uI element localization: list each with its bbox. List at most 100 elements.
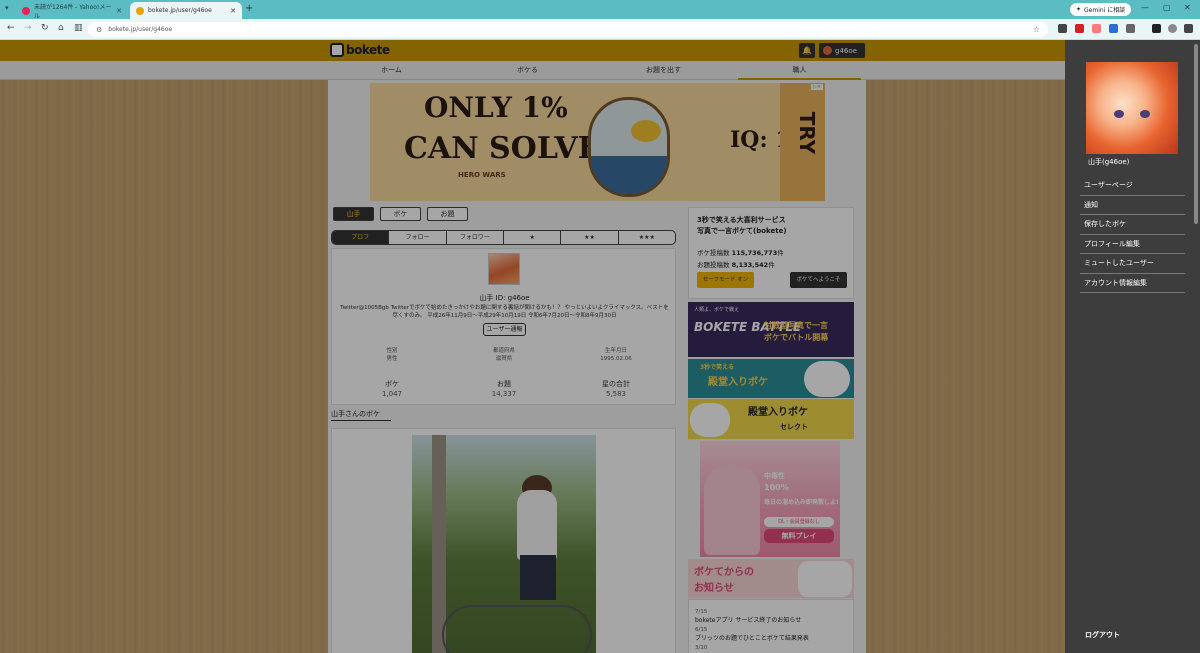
unit: 件 [777, 249, 784, 257]
water-chamber [591, 156, 667, 194]
anime-pill1: DL・会員登録なし [764, 517, 834, 527]
reload-icon[interactable]: ↻ [41, 23, 49, 33]
logout-link[interactable]: ログアウト [1085, 630, 1120, 640]
new-tab-button[interactable]: + [245, 3, 253, 14]
subtab-boke[interactable]: ボケ [380, 207, 421, 221]
maximize-icon[interactable]: ▢ [1163, 3, 1171, 12]
main-content: ONLY 1% CAN SOLVE! HERO WARS IQ: 155 TRY… [328, 80, 866, 653]
subtab-odai[interactable]: お題 [427, 207, 468, 221]
tab-star3[interactable]: ★★★ [619, 231, 675, 244]
close-window-icon[interactable]: ✕ [1184, 3, 1191, 12]
dendo1-b: 殿堂入りボケ [708, 377, 768, 388]
close-tab-icon[interactable]: ✕ [230, 7, 236, 15]
boke-photo[interactable] [412, 435, 596, 653]
welcome-button[interactable]: ボケてへようこそ [790, 272, 847, 288]
scrollbar-thumb[interactable] [1194, 44, 1198, 224]
tab-bokete[interactable]: bokete.jp/user/g46oe ✕ [130, 2, 242, 19]
info-value: 1995.02.06 [600, 356, 632, 362]
profile-icon[interactable] [1168, 24, 1177, 33]
bokete-battle-banner[interactable]: 人類よ、ボケで戦え BOKETE BATTLE 対戦型写真で一言 ボケでバトル開… [688, 302, 854, 357]
site-info-icon[interactable]: ⚙ [96, 26, 102, 34]
odai-count: 8,133,542 [731, 261, 769, 269]
tab-star1[interactable]: ★ [504, 231, 562, 244]
stat-value: 5,583 [605, 390, 627, 398]
hall-of-fame-select-banner[interactable]: 殿堂入りボケ セレクト [688, 399, 854, 439]
hall-of-fame-banner[interactable]: 3秒で笑える 殿堂入りボケ [688, 359, 854, 398]
panel-username: 山手(g46oe) [1088, 158, 1130, 166]
odai-count-label: お題投稿数 [697, 261, 730, 269]
tab-star2[interactable]: ★★ [561, 231, 619, 244]
avatar-eye [1114, 110, 1124, 118]
service-info-box: 3秒で笑える大喜利サービス 写真で一言ボケて(bokete) ボケ投稿数 115… [688, 207, 854, 299]
news-item[interactable]: ブリッツのお題でひとことボケて結果発表 [695, 633, 847, 642]
ad-brand: HERO WARS [458, 171, 506, 179]
oshirase-b: お知らせ [694, 583, 734, 594]
bell-icon[interactable]: 🔔 [799, 43, 815, 58]
game-ad-banner[interactable]: 中毒性 100% 毎日の溜め込み即発散しよ! DL・会員登録なし 無料プレイ [700, 441, 840, 557]
url-bar[interactable]: ⚙ bokete.jp/user/g46oe ☆ [88, 22, 1048, 37]
hero-wars-ad-banner[interactable]: ONLY 1% CAN SOLVE! HERO WARS IQ: 155 TRY… [370, 83, 825, 201]
menu-saved-boke[interactable]: 保存したボケ [1080, 215, 1185, 235]
ad-try-button[interactable]: TRY [780, 83, 825, 201]
tab-yahoo-mail[interactable]: 未読が1264件 - Yahoo!メール ✕ [16, 2, 128, 20]
sparkle-icon: ✦ [1076, 6, 1082, 13]
bokete-face-icon [330, 43, 344, 57]
ad-choices-icon[interactable]: ▷× [810, 84, 823, 90]
minimize-icon[interactable]: — [1141, 3, 1149, 12]
user-menu-button[interactable]: g46oe [819, 43, 865, 58]
page-scrollbar[interactable] [1192, 40, 1200, 653]
menu-muted-users[interactable]: ミュートしたユーザー [1080, 254, 1185, 274]
menu-icon[interactable] [1184, 24, 1193, 33]
extension-icon[interactable] [1075, 24, 1084, 33]
unit: 件 [768, 261, 775, 269]
tab-prof[interactable]: プロフ [332, 231, 390, 244]
stat-label: お題 [497, 380, 511, 388]
cat-mascot-icon [690, 403, 730, 437]
info-value: 男性 [386, 356, 398, 362]
menu-edit-profile[interactable]: プロフィール編集 [1080, 235, 1185, 254]
menu-user-page[interactable]: ユーザーページ [1080, 176, 1185, 196]
tab-follow[interactable]: フォロー [389, 231, 447, 244]
download-icon[interactable] [1152, 24, 1161, 33]
stat-odai: お題 14,337 [449, 379, 559, 399]
tab-title: 未読が1264件 - Yahoo!メール [34, 3, 112, 20]
extension-icon[interactable] [1092, 24, 1101, 33]
menu-notifications[interactable]: 通知 [1080, 196, 1185, 215]
service-title1: 3秒で笑える大喜利サービス [697, 216, 786, 224]
bokete-logo[interactable]: bokete [330, 43, 390, 57]
avatar-eye [1140, 110, 1150, 118]
info-birthday: 生年月日 1995.02.06 [561, 347, 671, 363]
extension-icon[interactable] [1109, 24, 1118, 33]
news-banner[interactable]: ボケてからの お知らせ [688, 559, 854, 598]
back-icon[interactable]: ← [7, 23, 15, 33]
report-user-button[interactable]: ユーザー通報 [483, 323, 526, 336]
forward-icon[interactable]: → [24, 23, 32, 33]
bokete-favicon-icon [136, 6, 144, 15]
menu-account-settings[interactable]: アカウント情報編集 [1080, 274, 1185, 293]
safe-mode-button[interactable]: セーフモード オン [697, 272, 754, 288]
nav-odai[interactable]: お題を出す [602, 61, 725, 80]
puzzle-icon[interactable] [1126, 24, 1135, 33]
stat-stars: 星の合計 5,583 [561, 379, 671, 399]
close-tab-icon[interactable]: ✕ [116, 7, 122, 15]
nav-shokunin[interactable]: 職人 [738, 61, 861, 80]
nav-boke[interactable]: ボケる [466, 61, 589, 80]
photo-bicycle [442, 605, 592, 653]
split-view-icon[interactable]: ▥ [74, 23, 83, 33]
anime-character [704, 465, 760, 555]
free-play-button[interactable]: 無料プレイ [764, 529, 834, 543]
dendo1-a: 3秒で笑える [700, 364, 734, 371]
url-text: bokete.jp/user/g46oe [108, 26, 173, 33]
tab-follower[interactable]: フォロワー [447, 231, 504, 244]
gemini-button[interactable]: ✦ Gemini に相談 [1070, 3, 1132, 16]
bookmark-star-icon[interactable]: ☆ [1033, 25, 1040, 34]
battle-small: 人類よ、ボケで戦え [694, 307, 740, 313]
news-item[interactable]: boketeアプリ サービス終了のお知らせ [695, 615, 847, 624]
nav-home[interactable]: ホーム [330, 61, 453, 80]
extension-icon[interactable] [1058, 24, 1067, 33]
subtab-profile[interactable]: 山手 [333, 207, 374, 221]
user-menu-label: g46oe [835, 46, 857, 55]
profile-name-line: 山手 ID: g46oe [332, 293, 677, 303]
home-icon[interactable]: ⌂ [58, 23, 64, 33]
tab-search-icon[interactable]: ▾ [5, 4, 9, 12]
